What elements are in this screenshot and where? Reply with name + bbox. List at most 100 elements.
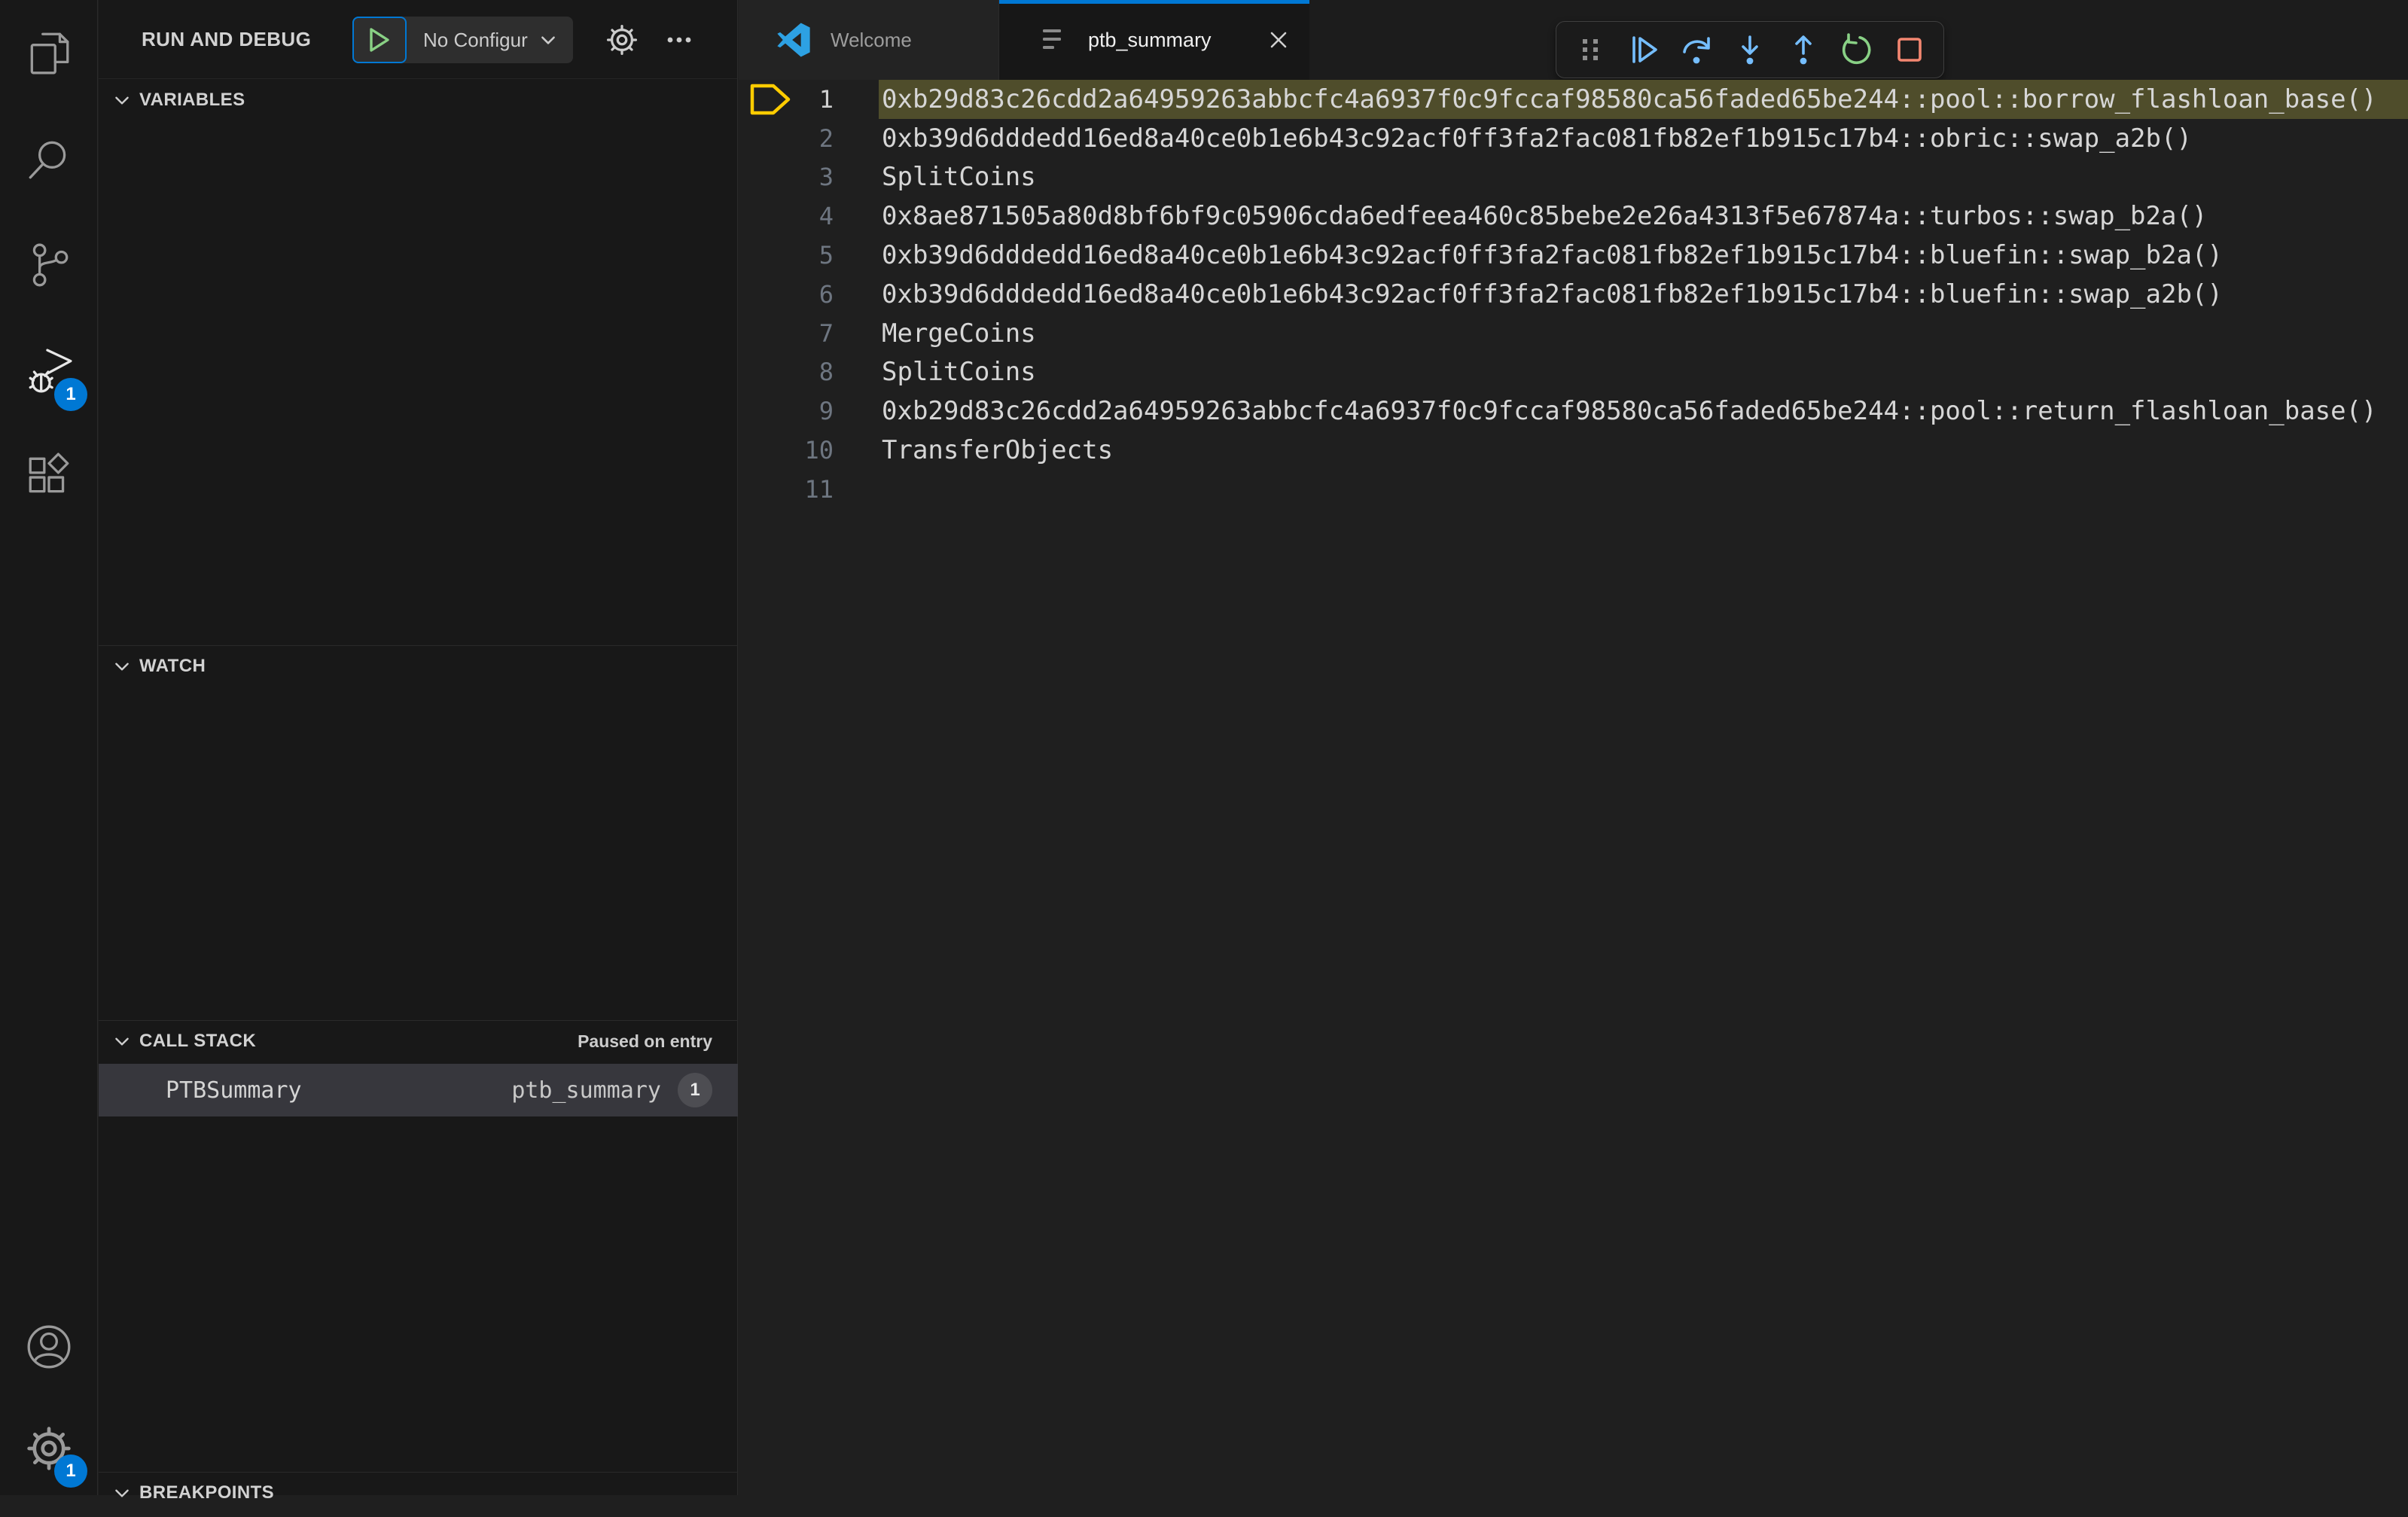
extensions-icon[interactable] — [0, 426, 98, 525]
code-line[interactable]: 2 0xb39d6dddedd16ed8a40ce0b1e6b43c92acf0… — [739, 119, 2408, 158]
more-actions-icon[interactable] — [662, 23, 696, 57]
line-number: 11 — [804, 474, 834, 504]
accounts-icon[interactable] — [0, 1297, 98, 1397]
call-stack-frame-row[interactable]: PTBSummary ptb_summary 1 — [99, 1064, 738, 1116]
run-and-debug-icon[interactable]: 1 — [0, 322, 98, 422]
code-line[interactable]: 3 SplitCoins — [739, 158, 2408, 197]
code-editor[interactable]: 1 0xb29d83c26cdd2a64959263abbcfc4a6937f0… — [739, 80, 2408, 1495]
step-into-button[interactable] — [1727, 26, 1774, 73]
editor-group: Welcome ptb_summary 1 0xb29d83c26cdd2a64… — [739, 0, 2408, 1495]
frame-line-badge: 1 — [678, 1073, 712, 1107]
watch-section-label: WATCH — [139, 656, 206, 676]
tab-ptb-summary[interactable]: ptb_summary — [999, 0, 1309, 80]
breakpoint-gutter[interactable] — [739, 314, 797, 353]
code-line[interactable]: 1 0xb29d83c26cdd2a64959263abbcfc4a6937f0… — [739, 80, 2408, 119]
call-stack-section: CALL STACK Paused on entry PTBSummary pt… — [99, 1020, 738, 1472]
code-text: 0x8ae871505a80d8bf6bf9c05906cda6edfeea46… — [882, 201, 2208, 232]
activity-bar: 1 1 — [0, 0, 98, 1495]
frame-thread-name: PTBSummary — [166, 1077, 302, 1104]
line-number: 1 — [818, 84, 834, 114]
chevron-down-icon — [538, 30, 558, 50]
variables-section-label: VARIABLES — [139, 90, 245, 110]
debug-toolbar — [1556, 21, 1944, 78]
code-line[interactable]: 5 0xb39d6dddedd16ed8a40ce0b1e6b43c92acf0… — [739, 236, 2408, 275]
close-tab-icon[interactable] — [1266, 27, 1291, 53]
line-number: 5 — [818, 241, 834, 270]
breakpoint-gutter[interactable] — [739, 470, 797, 509]
breakpoint-gutter[interactable] — [739, 158, 797, 197]
chevron-down-icon — [112, 90, 132, 110]
breakpoint-gutter[interactable] — [739, 431, 797, 470]
variables-section: VARIABLES — [99, 80, 738, 645]
restart-button[interactable] — [1833, 26, 1880, 73]
chevron-down-icon — [112, 1483, 132, 1503]
run-and-debug-sidebar: RUN AND DEBUG No Configur VARIABLES WATC… — [99, 0, 738, 1503]
launch-control-group: No Configur — [352, 17, 573, 63]
source-control-icon[interactable] — [0, 215, 98, 315]
explorer-icon[interactable] — [0, 3, 98, 102]
call-stack-section-label: CALL STACK — [139, 1031, 257, 1051]
debug-config-label: No Configur — [423, 28, 528, 51]
tab-ptb-summary-label: ptb_summary — [1088, 28, 1212, 51]
line-number: 9 — [818, 397, 834, 426]
sidebar-titlebar: RUN AND DEBUG No Configur — [99, 0, 737, 79]
search-icon[interactable] — [0, 110, 98, 209]
call-stack-section-header[interactable]: CALL STACK Paused on entry — [99, 1021, 738, 1062]
settings-badge: 1 — [54, 1455, 87, 1488]
step-out-button[interactable] — [1779, 26, 1827, 73]
list-file-icon — [1043, 29, 1061, 49]
line-number: 10 — [804, 436, 834, 465]
code-line[interactable]: 7 MergeCoins — [739, 314, 2408, 353]
frame-file-name: ptb_summary — [511, 1077, 661, 1104]
watch-section-header[interactable]: WATCH — [99, 646, 738, 687]
code-text: 0xb39d6dddedd16ed8a40ce0b1e6b43c92acf0ff… — [882, 279, 2223, 309]
code-text: SplitCoins — [882, 357, 1036, 388]
code-text: SplitCoins — [882, 162, 1036, 193]
vscode-logo-icon — [777, 23, 810, 57]
code-line[interactable]: 4 0x8ae871505a80d8bf6bf9c05906cda6edfeea… — [739, 196, 2408, 236]
line-number: 3 — [818, 163, 834, 192]
settings-gear-icon[interactable]: 1 — [0, 1399, 98, 1498]
debug-config-dropdown[interactable]: No Configur — [407, 17, 573, 63]
debug-current-line-arrow-icon — [739, 80, 797, 119]
step-over-button[interactable] — [1673, 26, 1721, 73]
breakpoints-section-label: BREAKPOINTS — [139, 1482, 275, 1503]
toolbar-drag-gripper[interactable] — [1567, 26, 1614, 73]
debug-badge: 1 — [54, 378, 87, 411]
stop-button[interactable] — [1885, 26, 1933, 73]
code-text: 0xb29d83c26cdd2a64959263abbcfc4a6937f0c9… — [882, 396, 2377, 427]
variables-section-header[interactable]: VARIABLES — [99, 80, 738, 120]
breakpoint-gutter[interactable] — [739, 196, 797, 236]
watch-section: WATCH — [99, 645, 738, 1020]
chevron-down-icon — [112, 656, 132, 676]
breakpoint-gutter[interactable] — [739, 353, 797, 392]
code-line[interactable]: 6 0xb39d6dddedd16ed8a40ce0b1e6b43c92acf0… — [739, 275, 2408, 314]
line-number: 2 — [818, 123, 834, 153]
call-stack-status: Paused on entry — [578, 1031, 712, 1051]
code-text: 0xb39d6dddedd16ed8a40ce0b1e6b43c92acf0ff… — [882, 123, 2192, 154]
continue-button[interactable] — [1620, 26, 1668, 73]
code-line[interactable]: 9 0xb29d83c26cdd2a64959263abbcfc4a6937f0… — [739, 391, 2408, 431]
code-line[interactable]: 11 — [739, 470, 2408, 509]
line-number: 8 — [818, 358, 834, 387]
tab-welcome[interactable]: Welcome — [739, 0, 999, 80]
breakpoint-gutter[interactable] — [739, 391, 797, 431]
code-text: 0xb29d83c26cdd2a64959263abbcfc4a6937f0c9… — [882, 84, 2377, 114]
code-text: TransferObjects — [882, 435, 1114, 466]
line-number: 4 — [818, 202, 834, 231]
code-line[interactable]: 10 TransferObjects — [739, 431, 2408, 470]
line-number: 6 — [818, 279, 834, 309]
code-line[interactable]: 8 SplitCoins — [739, 353, 2408, 392]
sidebar-title: RUN AND DEBUG — [142, 27, 312, 50]
breakpoints-section-header[interactable]: BREAKPOINTS — [99, 1473, 738, 1513]
code-text: 0xb39d6dddedd16ed8a40ce0b1e6b43c92acf0ff… — [882, 240, 2223, 271]
chevron-down-icon — [112, 1031, 132, 1051]
breakpoint-gutter[interactable] — [739, 275, 797, 314]
breakpoint-gutter[interactable] — [739, 119, 797, 158]
breakpoint-gutter[interactable] — [739, 236, 797, 275]
line-number: 7 — [818, 318, 834, 348]
start-debugging-button[interactable] — [352, 17, 407, 63]
code-text: MergeCoins — [882, 318, 1036, 349]
debug-settings-gear-icon[interactable] — [605, 23, 639, 57]
tab-welcome-label: Welcome — [831, 28, 912, 51]
